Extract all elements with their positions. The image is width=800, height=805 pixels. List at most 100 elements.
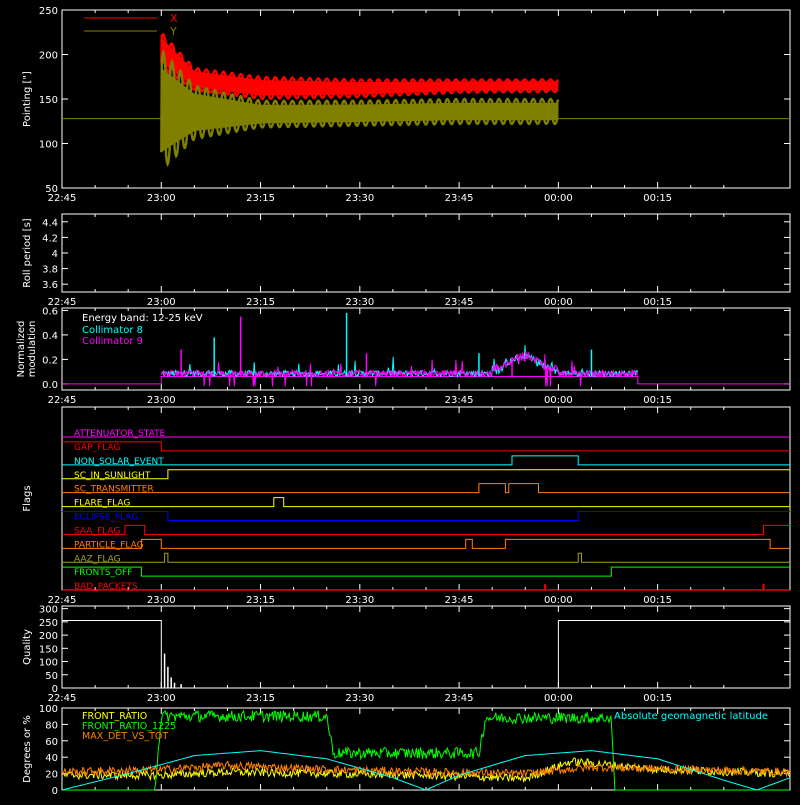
x-tick-label: 23:00 — [147, 297, 176, 308]
flag-line — [62, 455, 790, 466]
panel-4: 22:45 23:00 23:15 23:30 23:45 00:00 00:1505010… — [22, 605, 791, 704]
flag-label: SC_TRANSMITTER — [74, 485, 154, 495]
flag-label: FRONTS_OFF — [74, 568, 132, 578]
x-tick-label: 00:00 — [544, 595, 573, 606]
flag-line — [62, 511, 790, 521]
y-tick-label: 4.4 — [42, 218, 58, 229]
x-tick-label: 23:30 — [345, 595, 374, 606]
y-tick-label: 150 — [39, 95, 58, 106]
y-tick-label: 4 — [52, 249, 58, 260]
x-tick-label: 23:45 — [445, 693, 474, 704]
x-tick-label: 23:00 — [147, 595, 176, 606]
x-tick-label: 23:30 — [345, 693, 374, 704]
flag-line — [62, 552, 790, 563]
x-tick-label: 23:15 — [246, 595, 275, 606]
y-axis-label: modulation — [27, 321, 38, 378]
x-tick-label: 00:15 — [643, 693, 672, 704]
x-tick-label: 23:30 — [345, 297, 374, 308]
legend-label: MAX_DET_VS_TOT — [82, 731, 168, 742]
legend-label: X — [170, 12, 178, 25]
x-tick-label: 00:15 — [643, 595, 672, 606]
panel-3: 22:45 23:00 23:15 23:30 23:45 00:00 00:15Flags… — [22, 406, 791, 606]
y-axis-label: Roll period [s] — [22, 218, 33, 287]
flag-line — [62, 441, 790, 452]
panel-frame — [61, 213, 791, 293]
x-tick-label: 00:15 — [643, 297, 672, 308]
flag-label: AAZ_FLAG — [74, 554, 121, 564]
x-tick-label: 23:00 — [147, 395, 176, 406]
x-tick-label: 00:00 — [544, 297, 573, 308]
y-axis-label: Pointing ["] — [22, 71, 33, 127]
y-axis-label: Flags — [22, 485, 33, 511]
collimator-9-baseline — [62, 376, 790, 385]
y-tick-label: 200 — [39, 51, 58, 62]
x-tick-label: 00:15 — [643, 193, 672, 204]
y-axis-label: Quality — [22, 629, 33, 665]
x-tick-label: 23:30 — [345, 193, 374, 204]
x-tick-label: 23:00 — [147, 693, 176, 704]
flag-label: GAP_FLAG — [74, 443, 120, 453]
y-tick-label: 3.6 — [42, 280, 58, 291]
y-tick-label: 60 — [45, 737, 58, 748]
panel-frame — [61, 605, 791, 689]
y-tick-label: 0.0 — [42, 380, 58, 391]
y-axis-label: Normalized — [16, 321, 27, 378]
y-tick-label: 0 — [52, 684, 58, 695]
flag-line — [62, 483, 790, 494]
x-tick-label: 23:45 — [445, 193, 474, 204]
flag-line — [62, 566, 790, 577]
x-tick-label: 00:00 — [544, 395, 573, 406]
x-tick-label: 23:45 — [445, 297, 474, 308]
y-tick-label: 0.4 — [42, 331, 58, 342]
flag-label: SAA_FLAG — [74, 526, 120, 536]
y-tick-label: 4.2 — [42, 233, 58, 244]
y-tick-label: 100 — [39, 140, 58, 151]
flag-label: SC_IN_SUNLIGHT — [74, 471, 151, 481]
flag-label: PARTICLE_FLAG — [74, 540, 144, 550]
flag-label: FLARE_FLAG — [74, 499, 130, 509]
y-tick-label: 3.8 — [42, 265, 58, 276]
x-tick-label: 22:45 — [48, 395, 77, 406]
figure-svg: 22:45 23:00 23:15 23:30 23:45 00:00 00:15 50 100… — [16, 6, 791, 797]
series-x-band — [161, 37, 559, 96]
y-tick-label: 200 — [39, 631, 58, 642]
y-tick-label: 250 — [39, 618, 58, 629]
panel-0: 22:45 23:00 23:15 23:30 23:45 00:00 00:1550100… — [22, 6, 791, 204]
y-tick-label: 40 — [45, 753, 58, 764]
y-axis-label: Degrees or % — [22, 715, 33, 783]
x-tick-label: 23:15 — [246, 193, 275, 204]
legend-label: Absolute geomagnetic latitude — [614, 711, 768, 722]
y-tick-label: 50 — [45, 671, 58, 682]
flag-label: ECLIPSE_FLAG — [74, 513, 138, 523]
y-tick-label: 100 — [39, 658, 58, 669]
x-tick-label: 00:00 — [544, 693, 573, 704]
energy-band-annotation: Energy band: 12-25 keV — [82, 313, 203, 324]
flag-line — [62, 524, 790, 535]
y-tick-label: 100 — [39, 704, 58, 715]
y-tick-label: 150 — [39, 644, 58, 655]
collimator-trace — [160, 351, 639, 387]
flag-line — [62, 497, 790, 508]
x-tick-label: 23:00 — [147, 193, 176, 204]
flag-label: BAD_PACKETS — [74, 582, 138, 592]
x-tick-label: 23:45 — [445, 395, 474, 406]
flag-label: ATTENUATOR_STATE — [74, 429, 166, 439]
panel-1: 22:45 23:00 23:15 23:30 23:45 00:00 00:153.63.… — [22, 213, 791, 308]
x-tick-label: 00:00 — [544, 193, 573, 204]
panel-5: 020406080100Degrees or % FRONT_RATIOFRONT… — [22, 704, 791, 797]
flag-label: NON_SOLAR_EVENT — [74, 457, 164, 467]
y-tick-label: 50 — [45, 184, 58, 195]
flag-line — [62, 538, 790, 549]
figure: 22:45 23:00 23:15 23:30 23:45 00:00 00:15 50 100… — [0, 0, 800, 800]
y-tick-label: 0 — [52, 786, 58, 797]
y-tick-label: 250 — [39, 6, 58, 17]
y-tick-label: 300 — [39, 605, 58, 616]
y-tick-label: 0.6 — [42, 306, 58, 317]
legend-label: Collimator 8 — [82, 325, 143, 336]
x-tick-label: 23:30 — [345, 395, 374, 406]
y-tick-label: 20 — [45, 770, 58, 781]
y-tick-label: 80 — [45, 720, 58, 731]
x-tick-label: 23:15 — [246, 693, 275, 704]
x-tick-label: 23:15 — [246, 297, 275, 308]
y-tick-label: 0.2 — [42, 355, 58, 366]
